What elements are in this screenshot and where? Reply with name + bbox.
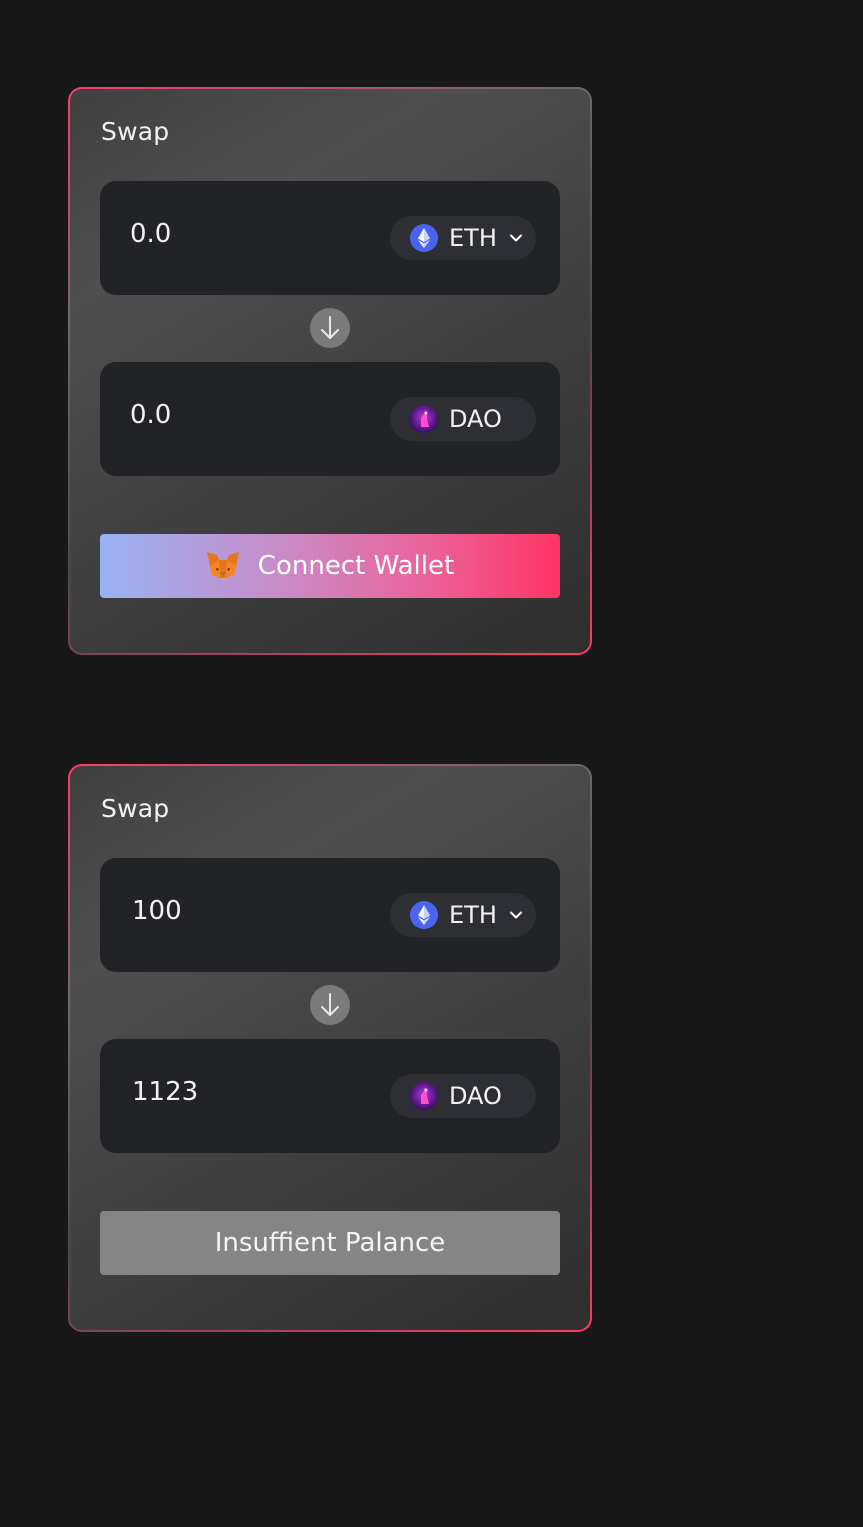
ethereum-icon — [410, 901, 438, 929]
insufficient-balance-label: Insuffient Palance — [214, 1228, 446, 1258]
to-token-display: DAO — [390, 1074, 536, 1118]
from-amount-input[interactable]: 0.0 — [130, 219, 171, 249]
from-token-label: ETH — [449, 224, 497, 252]
from-token-box: 100 ETH — [100, 858, 560, 972]
ethereum-icon — [410, 224, 438, 252]
swap-direction-button[interactable] — [310, 985, 350, 1025]
swap-card-body: Swap 0.0 ETH 0.0 DAO Connect Wallet — [70, 89, 590, 653]
to-amount-input[interactable]: 0.0 — [130, 400, 171, 430]
from-token-label: ETH — [449, 901, 497, 929]
connect-wallet-label: Connect Wallet — [257, 551, 455, 581]
to-token-box: 0.0 DAO — [100, 362, 560, 476]
chevron-down-icon — [509, 911, 522, 919]
card-title: Swap — [101, 117, 170, 146]
dao-token-icon — [410, 1082, 438, 1110]
chevron-down-icon — [509, 234, 522, 242]
from-token-selector[interactable]: ETH — [390, 216, 536, 260]
dao-token-icon — [410, 405, 438, 433]
insufficient-balance-button[interactable]: Insuffient Palance — [100, 1211, 560, 1275]
swap-card-1: Swap 0.0 ETH 0.0 DAO Connect Wallet — [68, 87, 592, 655]
from-token-selector[interactable]: ETH — [390, 893, 536, 937]
swap-card-2: Swap 100 ETH 1123 DAO Insuffient Palance — [68, 764, 592, 1332]
to-token-label: DAO — [449, 1082, 502, 1110]
swap-direction-button[interactable] — [310, 308, 350, 348]
swap-card-body: Swap 100 ETH 1123 DAO Insuffient Palance — [70, 766, 590, 1330]
connect-wallet-button[interactable]: Connect Wallet — [100, 534, 560, 598]
to-token-display: DAO — [390, 397, 536, 441]
arrow-down-icon — [321, 993, 339, 1016]
from-token-box: 0.0 ETH — [100, 181, 560, 295]
from-amount-input[interactable]: 100 — [132, 896, 182, 926]
arrow-down-icon — [321, 316, 339, 339]
to-amount-input[interactable]: 1123 — [132, 1077, 198, 1107]
to-token-box: 1123 DAO — [100, 1039, 560, 1153]
metamask-fox-icon — [206, 552, 239, 580]
to-token-label: DAO — [449, 405, 502, 433]
card-title: Swap — [101, 794, 170, 823]
